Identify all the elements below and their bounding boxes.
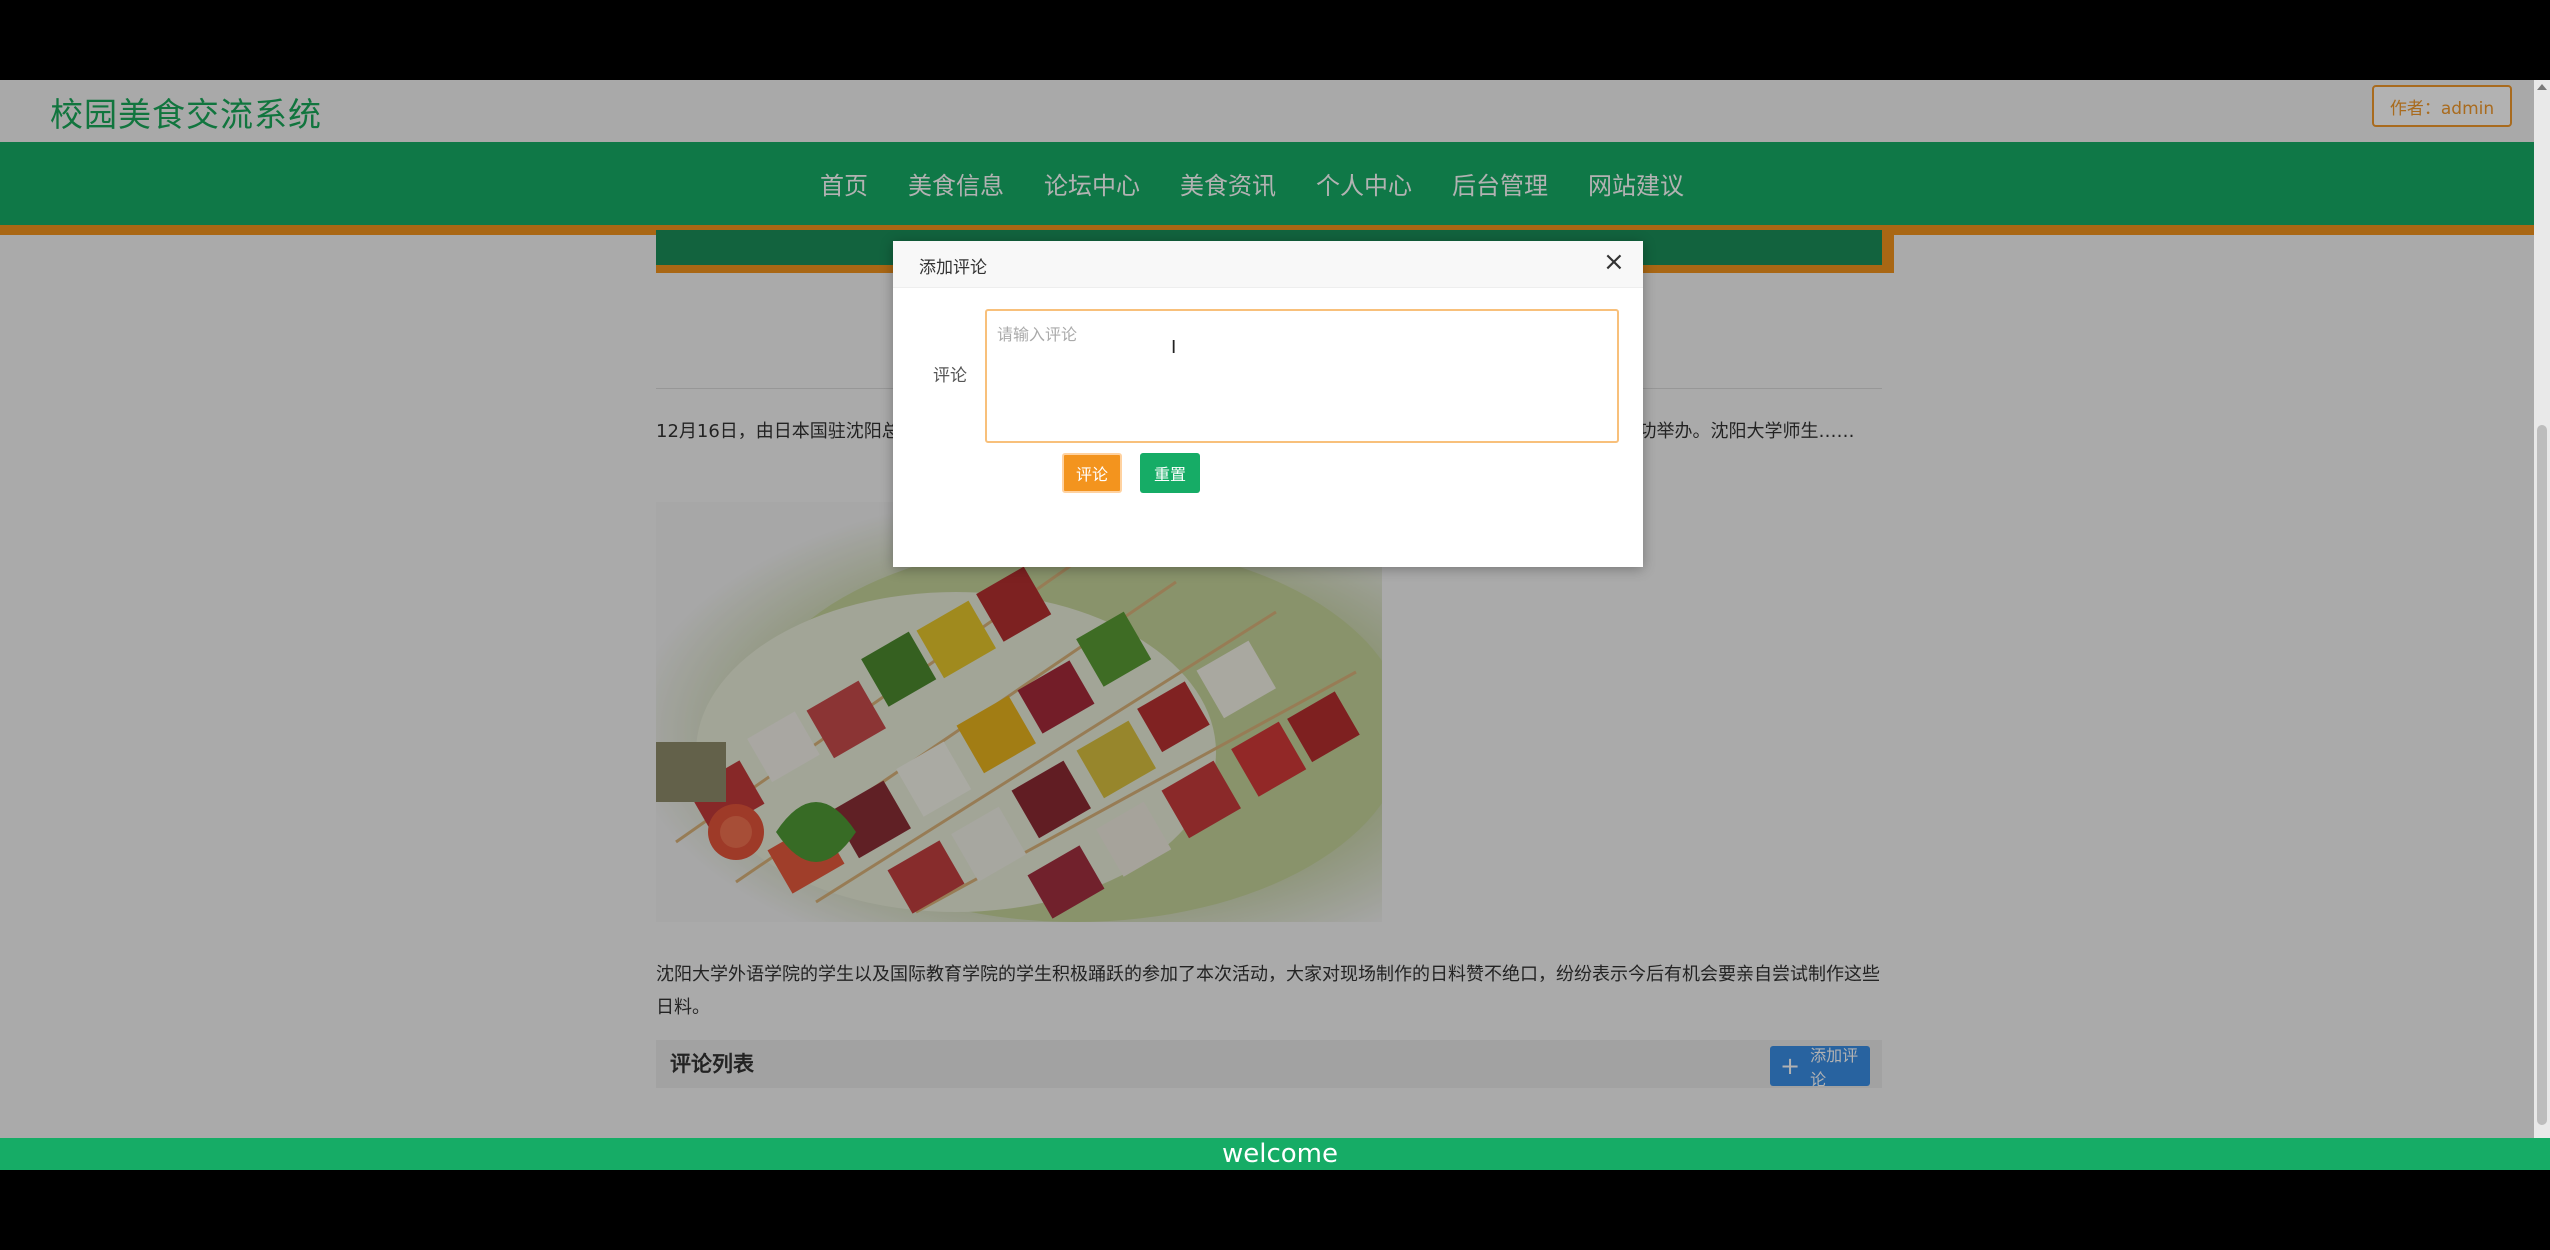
reset-button[interactable]: 重置 [1140,453,1200,493]
text-cursor-icon: I [1171,337,1177,358]
dialog-title: 添加评论 [919,258,987,278]
comment-input[interactable] [985,309,1619,443]
footer-text: welcome [1221,1139,1338,1169]
add-comment-dialog: 添加评论 × 评论 I 评论 重置 [893,241,1643,567]
dialog-header: 添加评论 × [893,241,1643,288]
browser-viewport: 校园美食交流系统 作者：admin 首页 美食信息 论坛中心 美食资讯 个人中心… [0,80,2550,1170]
submit-comment-button[interactable]: 评论 [1062,453,1122,493]
comment-field-label: 评论 [933,366,967,386]
scroll-up-icon[interactable] [2537,84,2547,90]
scroll-thumb[interactable] [2537,425,2547,1125]
close-icon[interactable]: × [1603,249,1625,275]
footer: welcome [0,1138,2550,1170]
vertical-scrollbar[interactable] [2534,80,2550,1170]
